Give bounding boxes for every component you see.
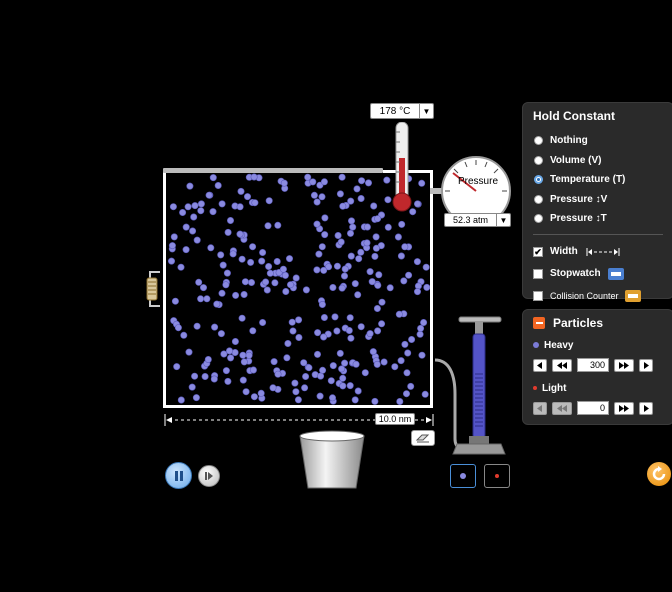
particles-panel: Particles Heavy 300 Light 0 [522,309,672,425]
temperature-readout[interactable]: 178 °C ▼ [370,103,434,119]
radio-pressure-t[interactable]: Pressure ↕T [533,209,663,229]
width-checkbox-label: Width [550,246,578,257]
heavy-decrement-fast-button[interactable] [552,358,572,372]
radio-temperature[interactable]: Temperature (T) [533,170,663,190]
stopwatch-checkbox[interactable] [533,268,543,279]
radio-pressure-v[interactable]: Pressure ↕V [533,190,663,210]
light-decrement-fast-button[interactable] [552,401,572,415]
container-width-handle[interactable] [146,270,164,308]
light-label: Light [542,382,567,394]
radio-icon[interactable] [534,214,543,224]
heavy-particle-icon [460,473,466,479]
light-increment-button[interactable] [639,401,653,415]
eraser-icon [416,434,430,443]
particles-panel-title: Particles [553,316,604,330]
radio-label: Temperature (T) [550,174,626,186]
width-arrows-icon [586,247,620,256]
heat-cool-bucket-icon[interactable] [298,430,366,490]
eraser-button[interactable] [411,430,435,446]
pause-icon [174,470,183,481]
arrow-left-icon [537,361,542,369]
pressure-gauge-label: Pressure [457,176,498,187]
pump-heavy-particle-button[interactable] [450,464,476,488]
chevron-down-icon[interactable]: ▼ [419,104,433,118]
radio-nothing[interactable]: Nothing [533,131,663,151]
double-arrow-right-icon [619,404,629,412]
light-count-value[interactable]: 0 [577,401,609,415]
container-lid[interactable] [163,168,383,173]
heavy-particle-icon [533,342,539,348]
thermometer-icon [392,122,412,212]
light-particle-icon [533,386,537,390]
width-checkbox[interactable]: ✔ [533,246,543,257]
heavy-count-spinner: 300 [533,357,663,373]
heavy-label: Heavy [544,339,574,351]
light-particle-label-row: Light [533,381,663,395]
radio-label: Pressure ↕T [550,213,607,225]
double-arrow-left-icon [557,361,567,369]
radio-volume[interactable]: Volume (V) [533,151,663,171]
stopwatch-checkbox-label: Stopwatch [550,268,601,279]
pressure-value: 52.3 atm [452,215,489,225]
radio-label: Nothing [550,135,588,147]
arrow-right-icon [644,404,649,412]
collision-counter-checkbox-label: Collision Counter [550,290,619,301]
width-readout: 10.0 nm [375,413,415,425]
step-icon [205,472,213,480]
bicycle-pump-icon[interactable] [435,314,507,458]
hold-constant-title: Hold Constant [533,109,615,123]
heavy-increment-fast-button[interactable] [614,358,634,372]
width-value: 10.0 nm [378,414,412,424]
hold-constant-panel: Hold Constant Nothing Volume (V) Tempera… [522,102,672,302]
pressure-readout[interactable]: 52.3 atm ▼ [444,213,511,227]
heavy-increment-button[interactable] [639,358,653,372]
arrow-right-icon [644,361,649,369]
heavy-particle-label-row: Heavy [533,338,663,352]
collision-counter-checkbox-row[interactable]: Collision Counter [533,285,663,307]
radio-icon[interactable] [534,175,543,185]
reset-icon [652,466,666,481]
heavy-count-value[interactable]: 300 [577,358,609,372]
double-arrow-left-icon [557,404,567,412]
collapse-minus-icon[interactable] [533,317,545,329]
collision-counter-checkbox[interactable] [533,290,543,301]
heavy-decrement-button[interactable] [533,358,547,372]
hold-constant-options: Nothing Volume (V) Temperature (T) Press… [533,131,663,229]
step-button[interactable] [198,465,220,487]
double-arrow-right-icon [619,361,629,369]
chevron-down-icon[interactable]: ▼ [496,214,510,226]
radio-icon[interactable] [534,136,543,146]
light-increment-fast-button[interactable] [614,401,634,415]
radio-label: Volume (V) [550,154,602,166]
stopwatch-checkbox-row[interactable]: Stopwatch [533,263,663,285]
light-count-spinner: 0 [533,400,663,416]
collision-counter-icon [624,289,641,302]
light-particle-icon [495,474,499,478]
radio-icon[interactable] [534,155,543,165]
particles-panel-header[interactable]: Particles [533,316,663,330]
stopwatch-icon [607,267,624,280]
radio-icon[interactable] [534,194,543,204]
pump-light-particle-button[interactable] [484,464,510,488]
radio-label: Pressure ↕V [550,193,608,205]
width-checkbox-row[interactable]: ✔ Width [533,241,663,263]
pause-button[interactable] [165,462,192,489]
reset-all-button[interactable] [647,462,671,486]
divider [533,233,663,235]
temperature-value: 178 °C [379,105,411,117]
arrow-left-icon [537,404,542,412]
light-decrement-button[interactable] [533,401,547,415]
